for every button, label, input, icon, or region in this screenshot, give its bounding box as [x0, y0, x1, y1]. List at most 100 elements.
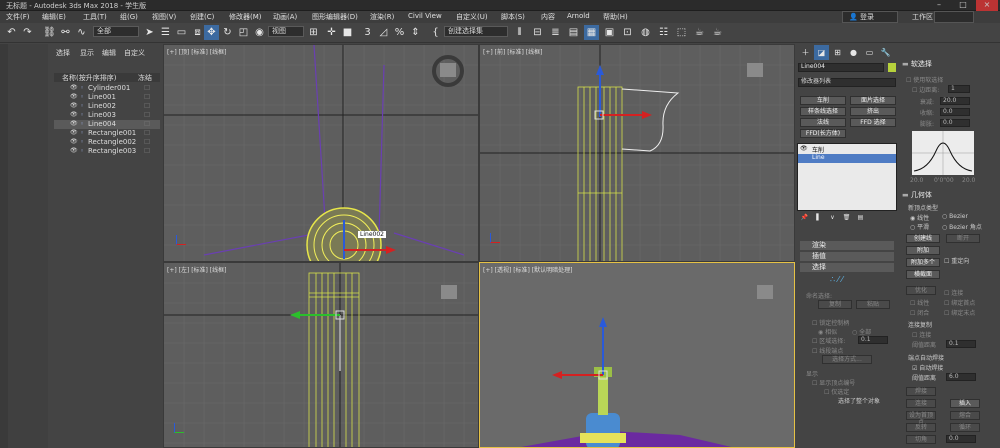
vertex-subobject-icon[interactable]: ∴ ⁄ ⁄ [830, 275, 843, 284]
select-by-name-icon[interactable]: ☰ [158, 25, 173, 40]
rotate-icon[interactable]: ↻ [220, 25, 235, 40]
edit-named-selection-icon[interactable]: { [428, 25, 443, 40]
menu-civil-view[interactable]: Civil View [408, 12, 442, 20]
rendered-frame-icon[interactable]: ⬚ [674, 25, 689, 40]
cross-section-button[interactable]: 横截面 [906, 270, 940, 279]
ffd-box-button[interactable]: FFD(长方体) [800, 129, 846, 138]
pin-stack-icon[interactable]: 📌 [800, 213, 809, 222]
menu-arnold[interactable]: Arnold [567, 12, 590, 20]
viewport-left[interactable]: [+] [左] [标准] [线框] [163, 262, 479, 448]
bezier-corner-radio[interactable]: ○ Bezier 角点 [942, 222, 982, 231]
visibility-eye-icon[interactable]: 👁 [70, 147, 78, 154]
menu-scripting[interactable]: 脚本(S) [501, 12, 525, 22]
render-setup-icon[interactable]: ☷ [656, 25, 671, 40]
similar-radio[interactable]: ◉ 相似 [818, 327, 837, 336]
motion-tab-icon[interactable]: ● [846, 45, 861, 60]
remove-modifier-icon[interactable]: 🗑 [842, 213, 851, 222]
bubble-field[interactable]: 0.0 [940, 119, 970, 127]
weld-button[interactable]: 焊接 [906, 387, 936, 396]
configure-sets-icon[interactable]: ▤ [856, 213, 865, 222]
menu-animation[interactable]: 动画(A) [273, 12, 297, 22]
list-item[interactable]: 👁 ◦ Rectangle002 ☐ [54, 138, 160, 147]
frozen-toggle-icon[interactable]: ☐ [144, 102, 150, 110]
select-object-icon[interactable]: ➤ [142, 25, 157, 40]
visibility-eye-icon[interactable]: 👁 [70, 120, 78, 127]
falloff-field[interactable]: 20.0 [940, 97, 970, 105]
list-item[interactable]: 👁 ◦ Line001 ☐ [54, 93, 160, 102]
reference-coord-dropdown[interactable]: 视图 [268, 26, 304, 37]
menu-graph-editors[interactable]: 图形编辑器(D) [312, 12, 358, 22]
keyboard-shortcut-icon[interactable]: ■ [340, 25, 355, 40]
frozen-toggle-icon[interactable]: ☐ [144, 129, 150, 137]
reverse-button[interactable]: 反转 [906, 423, 936, 432]
visibility-eye-icon[interactable]: 👁 [70, 93, 78, 100]
selected-only-checkbox[interactable]: ☐ 仅选定 [824, 387, 849, 396]
minimize-icon[interactable]: – [928, 0, 950, 11]
extrude-button[interactable]: 挤出 [850, 107, 896, 116]
undo-icon[interactable]: ↶ [4, 25, 19, 40]
menu-content[interactable]: 内容 [541, 12, 555, 22]
toggle-layer-icon[interactable]: ≣ [548, 25, 563, 40]
menu-rendering[interactable]: 渲染(R) [370, 12, 394, 22]
geometry-header[interactable]: ▬ 几何体 [902, 190, 997, 199]
object-color-swatch[interactable] [888, 63, 896, 72]
workspace-dropdown[interactable] [934, 11, 974, 23]
visibility-eye-icon[interactable]: 👁 [70, 138, 78, 145]
menu-file[interactable]: 文件(F) [6, 12, 30, 22]
menu-tools[interactable]: 工具(T) [83, 12, 107, 22]
scene-explorer-icon[interactable]: ▦ [584, 25, 599, 40]
rollout-interpolation[interactable]: 插值 [800, 252, 894, 261]
frozen-toggle-icon[interactable]: ☐ [144, 120, 150, 128]
maximize-icon[interactable]: □ [952, 0, 974, 11]
reorient-checkbox[interactable]: ☐ 重定向 [944, 256, 969, 265]
viewport-front[interactable]: [+] [前] [标准] [线框] [479, 44, 795, 262]
attach-button[interactable]: 附加 [906, 246, 940, 255]
copy-button[interactable]: 复制 [818, 300, 852, 309]
edge-distance-checkbox[interactable]: ☐ 边距离: [912, 85, 939, 94]
spline-select-button[interactable]: 样条线选择 [800, 107, 846, 116]
create-line-button[interactable]: 创建线 [906, 234, 940, 243]
viewport-perspective[interactable]: [+] [透视] [标准] [默认明暗处理] [479, 262, 795, 448]
connect-copy-checkbox[interactable]: ☐ 连接 [912, 330, 931, 339]
frozen-column-header[interactable]: 冻结 [138, 73, 152, 83]
closed-checkbox[interactable]: ☐ 闭合 [910, 308, 929, 317]
edge-distance-field[interactable]: 1 [948, 85, 970, 93]
modifier-list-dropdown[interactable]: 修改器列表 [798, 78, 896, 87]
bind-first-checkbox[interactable]: ☐ 绑定首点 [944, 298, 975, 307]
close-icon[interactable]: × [976, 0, 998, 11]
move-icon[interactable]: ✥ [204, 25, 219, 40]
viewport-front-label[interactable]: [+] [前] [标准] [线框] [483, 47, 542, 56]
percent-snap-icon[interactable]: % [392, 25, 407, 40]
make-first-button[interactable]: 设为首顶点 [906, 411, 936, 426]
tab-customize[interactable]: 自定义 [124, 48, 145, 58]
ffd-select-button[interactable]: FFD 选择 [850, 118, 896, 127]
frozen-toggle-icon[interactable]: ☐ [144, 93, 150, 101]
weld-threshold-field[interactable]: 6.0 [946, 373, 976, 381]
bind-spacewarp-icon[interactable]: ∿ [74, 25, 89, 40]
utilities-tab-icon[interactable]: 🔧 [878, 45, 893, 60]
viewport-left-label[interactable]: [+] [左] [标准] [线框] [167, 265, 226, 274]
soft-selection-header[interactable]: ▬ 软选择 [902, 59, 997, 68]
pivot-center-icon[interactable]: ⊞ [306, 25, 321, 40]
curve-editor-icon[interactable]: ▣ [602, 25, 617, 40]
frozen-toggle-icon[interactable]: ☐ [144, 84, 150, 92]
frozen-toggle-icon[interactable]: ☐ [144, 147, 150, 155]
fuse-button[interactable]: 熔合 [950, 411, 980, 420]
viewport-persp-label[interactable]: [+] [透视] [标准] [默认明暗处理] [483, 265, 572, 274]
rect-selection-icon[interactable]: ▭ [174, 25, 189, 40]
frozen-toggle-icon[interactable]: ☐ [144, 138, 150, 146]
list-item[interactable]: 👁 ◦ Rectangle003 ☐ [54, 147, 160, 156]
selection-filter-dropdown[interactable]: 全部 [93, 26, 139, 37]
login-dropdown[interactable]: 👤 登录 [842, 11, 898, 23]
auto-weld-checkbox[interactable]: ☑ 自动焊接 [912, 363, 943, 372]
align-icon[interactable]: ⊟ [530, 25, 545, 40]
spinner-snap-icon[interactable]: ⇕ [408, 25, 423, 40]
show-vertex-numbers-checkbox[interactable]: ☐ 显示顶点编号 [812, 378, 855, 387]
window-crossing-icon[interactable]: ⧈ [190, 25, 205, 40]
visibility-eye-icon[interactable]: 👁 [70, 84, 78, 91]
frozen-toggle-icon[interactable]: ☐ [144, 111, 150, 119]
smooth-radio[interactable]: ○ 平滑 [910, 222, 929, 231]
named-selection-dropdown[interactable]: 创建选择集 [444, 26, 508, 37]
lathe-button[interactable]: 车削 [800, 96, 846, 105]
normal-button[interactable]: 法线 [800, 118, 846, 127]
